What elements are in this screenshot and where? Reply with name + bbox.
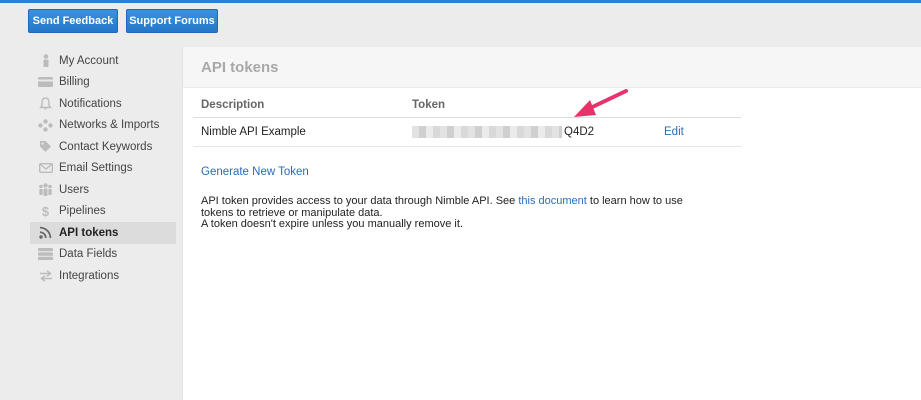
- sidebar-item-pipelines[interactable]: $ Pipelines: [30, 201, 176, 223]
- sidebar-item-data-fields[interactable]: Data Fields: [30, 244, 176, 266]
- sidebar-item-label: Contact Keywords: [59, 140, 153, 153]
- sidebar-item-billing[interactable]: Billing: [30, 72, 176, 94]
- sidebar-item-integrations[interactable]: Integrations: [30, 265, 176, 287]
- support-forums-button[interactable]: Support Forums: [126, 9, 218, 33]
- network-icon: [38, 119, 53, 132]
- credit-card-icon: [38, 76, 53, 89]
- api-token-info: API token provides access to your data t…: [201, 195, 701, 231]
- this-document-link[interactable]: this document: [518, 195, 586, 207]
- tokens-table: Description Token Nimble API Example Q4D…: [193, 91, 741, 147]
- envelope-icon: [38, 162, 53, 175]
- person-icon: [38, 54, 53, 68]
- info-text-before: API token provides access to your data t…: [201, 195, 519, 207]
- api-tokens-panel: API tokens Description Token Nimble API …: [182, 47, 921, 400]
- token-description: Nimble API Example: [201, 126, 306, 138]
- dollar-icon: $: [41, 203, 50, 219]
- sidebar-item-label: Notifications: [59, 97, 122, 110]
- sidebar-item-label: Data Fields: [59, 248, 118, 261]
- sidebar-item-label: Email Settings: [59, 162, 133, 175]
- column-header-description: Description: [201, 99, 265, 111]
- sidebar-item-api-tokens[interactable]: API tokens: [30, 222, 176, 244]
- sidebar-item-email-settings[interactable]: Email Settings: [30, 158, 176, 180]
- generate-new-token-link[interactable]: Generate New Token: [201, 166, 309, 178]
- send-feedback-button[interactable]: Send Feedback: [28, 9, 118, 33]
- sidebar-item-networks-imports[interactable]: Networks & Imports: [30, 115, 176, 137]
- sidebar-item-label: Users: [59, 183, 90, 196]
- bell-icon: [38, 97, 53, 111]
- sidebar-item-label: My Account: [59, 54, 119, 67]
- sidebar-item-label: Billing: [59, 76, 90, 89]
- data-fields-icon: [38, 248, 53, 261]
- sidebar-item-my-account[interactable]: My Account: [30, 50, 176, 72]
- table-header: Description Token: [193, 91, 741, 118]
- annotation-arrow-icon: [574, 89, 628, 117]
- sidebar-item-label: API tokens: [59, 226, 119, 239]
- rss-icon: [38, 226, 53, 239]
- sidebar-item-label: Networks & Imports: [59, 119, 160, 132]
- sidebar-item-contact-keywords[interactable]: Contact Keywords: [30, 136, 176, 158]
- tag-icon: [38, 140, 53, 153]
- info-expiry-text: A token doesn't expire unless you manual…: [201, 218, 463, 230]
- token-suffix: Q4D2: [564, 126, 595, 138]
- arrows-icon: [38, 269, 53, 282]
- settings-sidebar: My Account Billing Notifications Network…: [30, 50, 176, 287]
- table-row: Nimble API Example Q4D2 Edit: [193, 118, 741, 147]
- redacted-token-blur: [412, 126, 562, 138]
- sidebar-item-users[interactable]: Users: [30, 179, 176, 201]
- edit-link[interactable]: Edit: [664, 126, 684, 138]
- column-header-token: Token: [412, 99, 446, 111]
- sidebar-item-label: Pipelines: [59, 205, 106, 218]
- sidebar-item-notifications[interactable]: Notifications: [30, 93, 176, 115]
- top-toolbar: Send Feedback Support Forums: [0, 3, 921, 46]
- users-icon: [38, 183, 53, 197]
- sidebar-item-label: Integrations: [59, 269, 120, 282]
- edit-token-link[interactable]: Edit: [664, 118, 684, 146]
- panel-header: API tokens: [183, 47, 921, 88]
- page-title: API tokens: [201, 59, 279, 76]
